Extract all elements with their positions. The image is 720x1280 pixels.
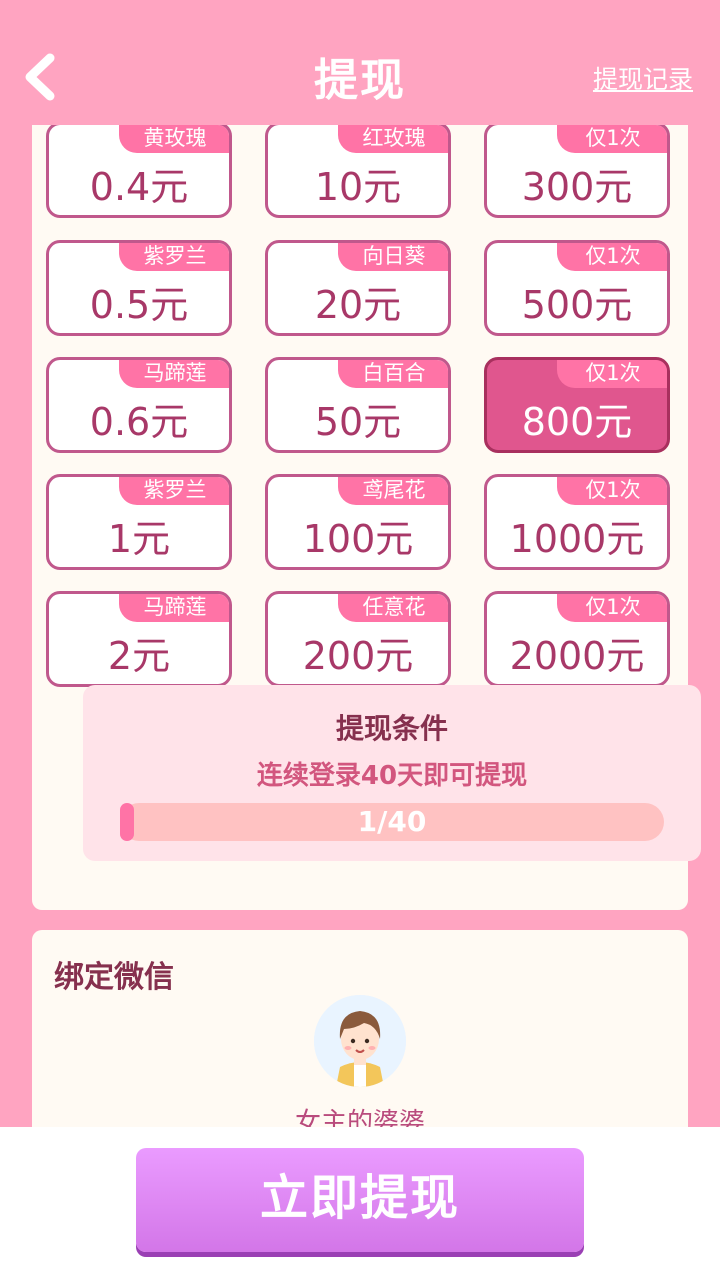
amount-option-11[interactable]: 鸢尾花 100元 [265, 474, 451, 570]
amount-option-3[interactable]: 仅1次 300元 [484, 125, 670, 218]
wechat-nickname: 女主的婆婆 [294, 1108, 425, 1127]
amount-option-4[interactable]: 紫罗兰 0.5元 [46, 240, 232, 336]
condition-title: 提现条件 [335, 712, 448, 745]
withdraw-records-link[interactable]: 提现记录 [593, 60, 693, 96]
amount-panel: 黄玫瑰 0.4元 红玫瑰 10元 仅1次 300元 紫罗兰 0.5元 向日葵 20元 仅1次 500元… [32, 125, 701, 910]
bind-wechat-panel: 绑定微信 女主的婆婆 [32, 930, 688, 1127]
amount-tag: 向日葵 [338, 243, 448, 271]
condition-description: 连续登录40天即可提现 [256, 761, 528, 791]
amount-value: 20元 [314, 283, 402, 327]
amount-tag: 仅1次 [557, 360, 667, 388]
user-avatar-icon [314, 995, 406, 1087]
amount-tag: 红玫瑰 [338, 125, 448, 153]
amount-value: 2000元 [509, 634, 645, 678]
amount-tag: 任意花 [338, 594, 448, 622]
amount-option-9[interactable]: 仅1次 800元 [484, 357, 670, 453]
progress-text: 1/40 [357, 805, 427, 838]
amount-tag: 紫罗兰 [119, 243, 229, 271]
amount-value: 200元 [302, 634, 414, 678]
amount-tag: 仅1次 [557, 594, 667, 622]
amount-tag: 仅1次 [557, 125, 667, 153]
amount-value: 1000元 [509, 517, 645, 561]
bind-wechat-title: 绑定微信 [54, 960, 174, 995]
amount-option-1[interactable]: 黄玫瑰 0.4元 [46, 125, 232, 218]
amount-value: 0.5元 [89, 283, 189, 327]
amount-value: 500元 [521, 283, 633, 327]
amount-value: 100元 [302, 517, 414, 561]
header: 提现 提现记录 [0, 0, 720, 125]
amount-tag: 马蹄莲 [119, 594, 229, 622]
amount-value: 10元 [314, 165, 402, 209]
login-progress-bar: 1/40 [120, 803, 664, 841]
amount-tag: 马蹄莲 [119, 360, 229, 388]
amount-tag: 鸢尾花 [338, 477, 448, 505]
bottom-bar: 立即提现 [0, 1127, 720, 1280]
amount-tag: 仅1次 [557, 477, 667, 505]
amount-option-14[interactable]: 任意花 200元 [265, 591, 451, 687]
amount-option-13[interactable]: 马蹄莲 2元 [46, 591, 232, 687]
amount-value: 0.6元 [89, 400, 189, 444]
amount-value: 800元 [521, 400, 633, 444]
amount-tag: 白百合 [338, 360, 448, 388]
amount-option-8[interactable]: 白百合 50元 [265, 357, 451, 453]
amount-tag: 黄玫瑰 [119, 125, 229, 153]
avatar[interactable] [314, 995, 406, 1087]
amount-option-7[interactable]: 马蹄莲 0.6元 [46, 357, 232, 453]
amount-value: 50元 [314, 400, 402, 444]
amount-value: 2元 [107, 634, 171, 678]
amount-value: 0.4元 [89, 165, 189, 209]
amount-option-10[interactable]: 紫罗兰 1元 [46, 474, 232, 570]
amount-value: 300元 [521, 165, 633, 209]
amount-tag: 紫罗兰 [119, 477, 229, 505]
scroll-content[interactable]: 黄玫瑰 0.4元 红玫瑰 10元 仅1次 300元 紫罗兰 0.5元 向日葵 20元 仅1次 500元… [0, 125, 720, 1127]
amount-option-6[interactable]: 仅1次 500元 [484, 240, 670, 336]
amount-option-5[interactable]: 向日葵 20元 [265, 240, 451, 336]
amount-option-2[interactable]: 红玫瑰 10元 [265, 125, 451, 218]
withdraw-now-button[interactable]: 立即提现 [136, 1148, 584, 1252]
amount-option-15[interactable]: 仅1次 2000元 [484, 591, 670, 687]
amount-tag: 仅1次 [557, 243, 667, 271]
withdraw-condition-box: 提现条件 连续登录40天即可提现 1/40 [83, 685, 701, 861]
amount-option-12[interactable]: 仅1次 1000元 [484, 474, 670, 570]
amount-value: 1元 [107, 517, 171, 561]
